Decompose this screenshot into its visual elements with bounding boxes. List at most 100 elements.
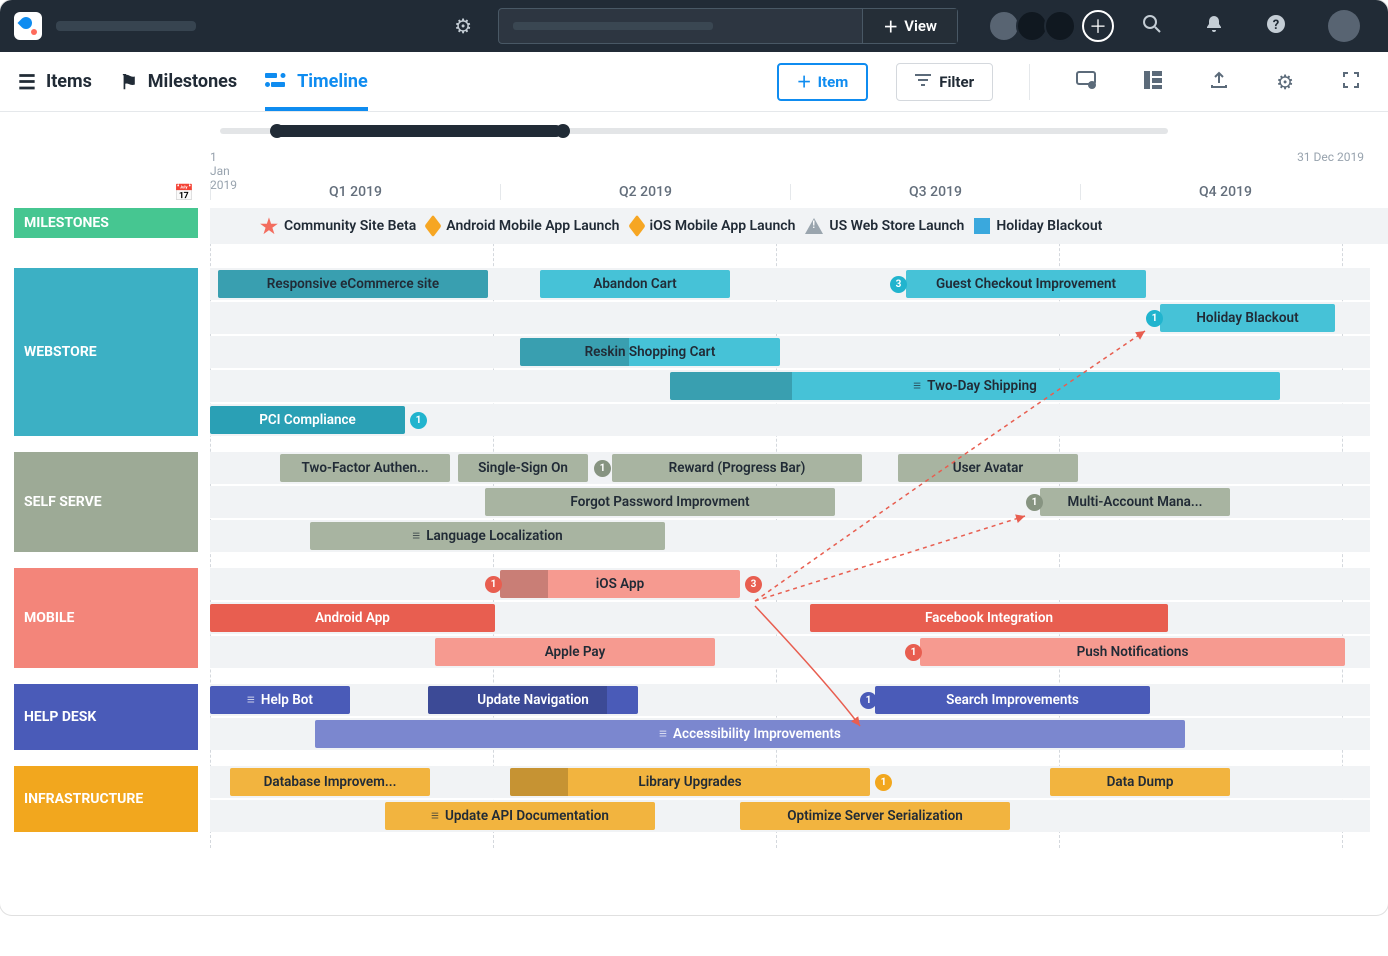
timeline-bar[interactable]: Data Dump xyxy=(1050,768,1230,796)
help-icon[interactable]: ? xyxy=(1266,14,1286,39)
timeline-bar[interactable]: Forgot Password Improvment xyxy=(485,488,835,516)
plus-icon: ＋ xyxy=(883,16,898,37)
profile-avatar[interactable] xyxy=(1328,10,1360,42)
milestone-item[interactable]: iOS Mobile App Launch xyxy=(630,218,796,234)
quarter-label: Q2 2019 xyxy=(500,184,790,200)
svg-text:?: ? xyxy=(1273,18,1279,33)
timeline-bar[interactable]: Apple Pay xyxy=(435,638,715,666)
lane-label[interactable]: SELF SERVE xyxy=(14,452,198,552)
timeline-row: Update API Documentation Optimize Server … xyxy=(210,800,1370,832)
bar-label: PCI Compliance xyxy=(259,412,356,428)
timeline-bar[interactable]: Library Upgrades xyxy=(510,768,870,796)
timeline-icon xyxy=(265,70,287,94)
timeline-bar[interactable]: Update Navigation xyxy=(428,686,638,714)
timeline-bar[interactable]: Database Improvem... xyxy=(230,768,430,796)
timeline-row: Android App Facebook Integration xyxy=(210,602,1370,634)
milestone-item[interactable]: Android Mobile App Launch xyxy=(426,218,619,234)
bar-label: Data Dump xyxy=(1107,774,1174,790)
add-collaborator-button[interactable]: ＋ xyxy=(1082,10,1114,42)
dependency-badge[interactable]: 3 xyxy=(890,276,907,293)
dependency-badge[interactable]: 3 xyxy=(745,576,762,593)
bar-label: User Avatar xyxy=(953,460,1024,476)
timeline-bar[interactable]: Two-Day Shipping xyxy=(670,372,1280,400)
add-item-button[interactable]: ＋Item xyxy=(777,63,869,101)
timeline-bar[interactable]: Accessibility Improvements xyxy=(315,720,1185,748)
timeline-bar[interactable]: Facebook Integration xyxy=(810,604,1168,632)
timeline-row: Two-Factor Authen... Single-Sign On 1Rewar… xyxy=(210,452,1370,484)
filter-button[interactable]: Filter xyxy=(896,63,993,101)
dependency-badge[interactable]: 1 xyxy=(875,774,892,791)
tab-milestones[interactable]: ⚑ Milestones xyxy=(120,52,237,111)
quarter-label: Q4 2019 xyxy=(1080,184,1370,200)
avatar[interactable] xyxy=(1044,10,1076,42)
timeline-row: Forgot Password Improvment Multi-Account … xyxy=(210,486,1370,518)
lane-label-milestones: MILESTONES xyxy=(14,208,198,238)
export-icon[interactable] xyxy=(1210,70,1228,94)
timeline-bar[interactable]: Reskin Shopping Cart xyxy=(520,338,780,366)
timeline-bar[interactable]: iOS App xyxy=(500,570,740,598)
dependency-badge[interactable]: 1 xyxy=(860,692,877,709)
gear-icon[interactable]: ⚙ xyxy=(1276,70,1294,94)
milestone-label: iOS Mobile App Launch xyxy=(650,218,796,234)
timeline-bar[interactable]: Guest Checkout Improvement xyxy=(906,270,1146,298)
timeline-bar[interactable]: Two-Factor Authen... xyxy=(280,454,450,482)
timeline-bar[interactable]: Help Bot xyxy=(210,686,350,714)
dependency-badge[interactable]: 1 xyxy=(905,644,922,661)
timeline-bar[interactable]: Abandon Cart xyxy=(540,270,730,298)
quarter-label: Q1 2019 xyxy=(210,184,500,200)
gear-icon[interactable]: ⚙ xyxy=(454,14,472,38)
tab-timeline[interactable]: Timeline xyxy=(265,52,368,111)
calendar-settings-icon[interactable]: 📅 xyxy=(174,183,194,202)
tab-items[interactable]: ☰ Items xyxy=(18,52,92,111)
search-or-path-bar[interactable]: ＋View xyxy=(498,8,958,44)
bell-icon[interactable] xyxy=(1204,14,1224,39)
timeline-bar[interactable]: Multi-Account Mana... xyxy=(1040,488,1230,516)
lane-label[interactable]: MOBILE xyxy=(14,568,198,668)
timeline-bar[interactable]: Single-Sign On xyxy=(458,454,588,482)
dependency-badge[interactable]: 1 xyxy=(410,412,427,429)
timeline-bar[interactable]: Reward (Progress Bar) xyxy=(612,454,862,482)
milestone-item[interactable]: ★Community Site Beta xyxy=(260,214,416,238)
dependency-badge[interactable]: 1 xyxy=(1026,494,1043,511)
timeline-bar[interactable]: PCI Compliance xyxy=(210,406,405,434)
timeline-bar[interactable]: Update API Documentation xyxy=(385,802,655,830)
dependency-badge[interactable]: 1 xyxy=(485,576,502,593)
view-button[interactable]: ＋View xyxy=(862,9,957,43)
timeline-bar[interactable]: Optimize Server Serialization xyxy=(740,802,1010,830)
timeline-bar[interactable]: Holiday Blackout xyxy=(1160,304,1335,332)
fullscreen-icon[interactable] xyxy=(1342,70,1360,94)
list-icon: ☰ xyxy=(18,70,36,94)
dependency-badge[interactable]: 1 xyxy=(1146,310,1163,327)
slider-track xyxy=(220,128,1168,134)
timeline-row: Holiday Blackout1 xyxy=(210,302,1370,334)
diamond-icon xyxy=(425,215,442,238)
timeline-bar[interactable]: Language Localization xyxy=(310,522,665,550)
timeline-bar[interactable]: Android App xyxy=(210,604,495,632)
timeline-bar[interactable]: Responsive eCommerce site xyxy=(218,270,488,298)
quarter-header: 📅 Q1 2019 Q2 2019 Q3 2019 Q4 2019 xyxy=(0,176,1388,208)
date-range-slider[interactable] xyxy=(0,112,1388,150)
timeline-bar[interactable]: Push Notifications xyxy=(920,638,1345,666)
lane-label[interactable]: WEBSTORE xyxy=(14,268,198,436)
link-icon[interactable] xyxy=(1076,70,1096,94)
timeline-bar[interactable]: User Avatar xyxy=(898,454,1078,482)
warning-icon xyxy=(805,218,823,234)
search-icon[interactable] xyxy=(1142,14,1162,39)
dependency-badge[interactable]: 1 xyxy=(594,460,611,477)
lane-label[interactable]: INFRASTRUCTURE xyxy=(14,766,198,832)
slider-handle-right[interactable] xyxy=(556,124,570,138)
timeline-row: Apple Pay Push Notifications1 xyxy=(210,636,1370,668)
timeline-bar[interactable]: Search Improvements xyxy=(875,686,1150,714)
layout-icon[interactable] xyxy=(1144,70,1162,94)
milestone-item[interactable]: Holiday Blackout xyxy=(974,218,1102,234)
bar-label: Database Improvem... xyxy=(264,774,397,790)
app-logo[interactable] xyxy=(14,12,42,40)
milestone-item[interactable]: US Web Store Launch xyxy=(805,218,964,234)
timeline-row: Reskin Shopping Cart xyxy=(210,336,1370,368)
lane-label[interactable]: HELP DESK xyxy=(14,684,198,750)
bar-label: Abandon Cart xyxy=(593,276,676,292)
bar-label: Multi-Account Mana... xyxy=(1068,494,1203,510)
slider-handle-left[interactable] xyxy=(270,124,284,138)
range-start: 1 Jan 2019 xyxy=(210,150,230,176)
slider-range[interactable] xyxy=(272,125,562,137)
